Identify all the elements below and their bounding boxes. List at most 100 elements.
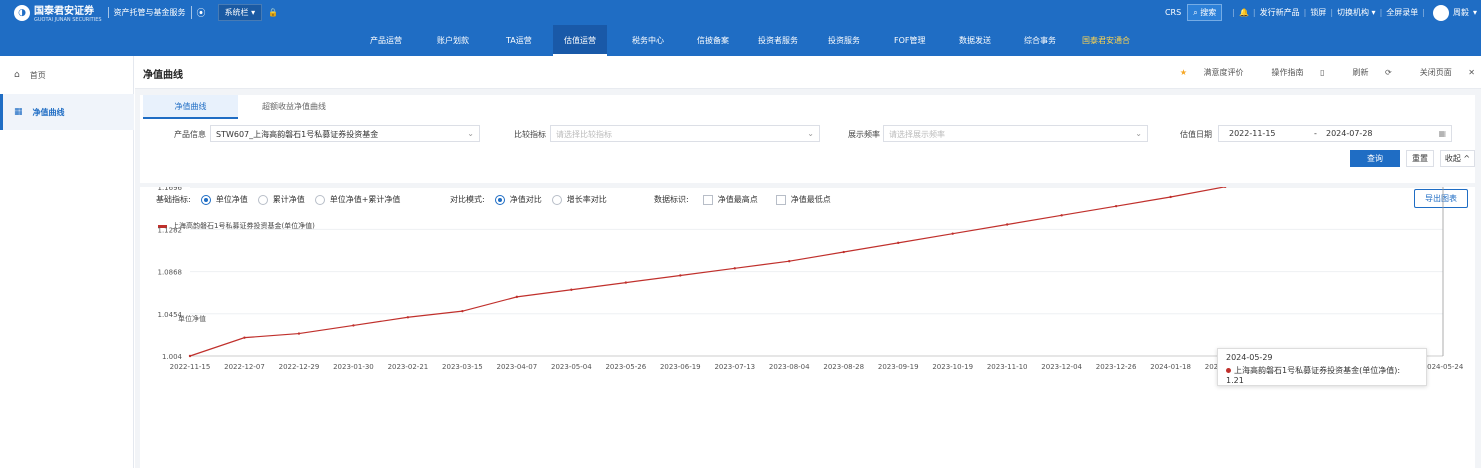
nav-item[interactable]: 信披备案 xyxy=(697,25,729,56)
series-point xyxy=(570,288,573,291)
calendar-icon: ▦ xyxy=(1438,129,1446,138)
fullscreen-link[interactable]: 全屏录单 xyxy=(1386,7,1418,18)
series-point xyxy=(1223,187,1227,188)
series-point xyxy=(188,354,192,358)
series-point xyxy=(1169,195,1172,199)
series-point xyxy=(297,332,301,335)
x-tick-label: 2024-01-18 xyxy=(1150,363,1191,371)
chevron-up-icon: ^ xyxy=(1463,154,1471,163)
date-end: 2024-07-28 xyxy=(1326,129,1373,138)
nav-item-active[interactable]: 估值运营 xyxy=(553,25,607,56)
series-point xyxy=(624,281,628,284)
series-point xyxy=(461,309,464,313)
switch-org-label: 切换机构 xyxy=(1337,8,1370,17)
nav-item[interactable]: 国泰君安通合 xyxy=(1082,25,1130,56)
manual-button[interactable]: 操作指南 ▯ xyxy=(1258,67,1325,78)
tab-excess-curve[interactable]: 超额收益净值曲线 xyxy=(244,95,344,119)
x-tick-label: 2023-01-30 xyxy=(333,363,374,371)
date-separator: - xyxy=(1314,129,1317,138)
logo: ◑ 国泰君安证券 GUOTAI JUNAN SECURITIES xyxy=(14,2,102,23)
series-point xyxy=(1005,223,1009,226)
filter-panel: 净值曲线 超额收益净值曲线 产品信息 STW607_上海高韵磐石1号私募证券投资… xyxy=(140,95,1475,183)
avatar[interactable] xyxy=(1432,4,1449,21)
nav-item[interactable]: 投资服务 xyxy=(828,25,860,56)
nav-item[interactable]: TA运营 xyxy=(506,25,532,56)
top-bar: ◑ 国泰君安证券 GUOTAI JUNAN SECURITIES 资产托管与基金服… xyxy=(0,0,1481,25)
system-menu-label: 系统栏 xyxy=(224,8,249,17)
logo-name: 国泰君安证券 xyxy=(34,6,94,17)
system-menu-button[interactable]: 系统栏 ▾ xyxy=(217,4,263,21)
product-label: 产品信息 xyxy=(174,130,206,139)
product-value: STW607_上海高韵磐石1号私募证券投资基金 xyxy=(216,130,379,139)
chevron-down-icon: ⌄ xyxy=(1135,129,1142,138)
product-select[interactable]: STW607_上海高韵磐石1号私募证券投资基金 ⌄ xyxy=(210,125,480,142)
freq-select[interactable]: 请选择展示频率 ⌄ xyxy=(883,125,1148,142)
search-label: 搜索 xyxy=(1200,8,1217,17)
chart-icon: ▦ xyxy=(14,107,23,117)
x-tick-label: 2023-05-04 xyxy=(551,363,592,371)
user-name[interactable]: 周毅 xyxy=(1453,7,1469,18)
collapse-button[interactable]: 收起 ^ xyxy=(1440,150,1475,167)
x-tick-label: 2022-11-15 xyxy=(170,363,211,371)
new-product-link[interactable]: 发行新产品 xyxy=(1260,7,1300,18)
date-range-picker[interactable]: 2022-11-15 - 2024-07-28 ▦ xyxy=(1218,125,1452,142)
sidebar-item-home[interactable]: ⌂ 首页 xyxy=(0,57,134,93)
x-tick-label: 2023-03-15 xyxy=(442,363,483,371)
switch-org-link[interactable]: 切换机构 ▾ xyxy=(1337,7,1376,18)
refresh-button[interactable]: 刷新 ⟳ xyxy=(1339,67,1392,78)
nav-item[interactable]: FOF管理 xyxy=(894,25,926,56)
section-name: 资产托管与基金服务 xyxy=(107,7,186,18)
nav-item[interactable]: 综合事务 xyxy=(1024,25,1056,56)
close-icon: ✕ xyxy=(1468,68,1475,77)
sidebar-item-nav-curve[interactable]: ▦ 净值曲线 xyxy=(0,94,134,130)
y-tick-label: 1.0454 xyxy=(158,311,183,319)
freq-placeholder: 请选择展示频率 xyxy=(889,130,945,139)
tooltip-value: 1.21 xyxy=(1226,376,1244,385)
x-tick-label: 2023-05-26 xyxy=(605,363,646,371)
compare-select[interactable]: 请选择比较指标 ⌄ xyxy=(550,125,820,142)
nav-item[interactable]: 数据发送 xyxy=(959,25,991,56)
series-point xyxy=(788,260,791,263)
series-point xyxy=(1060,214,1063,217)
x-tick-label: 2023-02-21 xyxy=(388,363,429,371)
nav-item[interactable]: 税务中心 xyxy=(632,25,664,56)
y-tick-label: 1.004 xyxy=(162,353,183,361)
series-point xyxy=(352,324,355,327)
page-actions: ★ 满意度评价 操作指南 ▯ 刷新 ⟳ 关闭页面 ✕ xyxy=(1152,67,1475,78)
refresh-label: 刷新 xyxy=(1352,68,1369,77)
query-button[interactable]: 查询 xyxy=(1350,150,1400,167)
section-logo-icon: ⦿ xyxy=(190,6,206,19)
lock-screen-link[interactable]: 锁屏 xyxy=(1310,7,1326,18)
refresh-icon: ⟳ xyxy=(1385,68,1392,77)
crs-link[interactable]: CRS xyxy=(1165,8,1181,17)
freq-label: 展示频率 xyxy=(848,130,880,139)
logo-icon: ◑ xyxy=(14,4,30,21)
sidebar: ⌂ 首页 ▦ 净值曲线 xyxy=(0,56,134,468)
compare-placeholder: 请选择比较指标 xyxy=(556,130,612,139)
reset-button[interactable]: 重置 xyxy=(1406,150,1434,167)
logo-sub: GUOTAI JUNAN SECURITIES xyxy=(34,17,102,23)
x-tick-label: 2023-11-10 xyxy=(987,363,1028,371)
x-tick-label: 2022-12-29 xyxy=(279,363,320,371)
x-tick-label: 2023-07-13 xyxy=(714,363,755,371)
series-point xyxy=(842,250,845,254)
close-label: 关闭页面 xyxy=(1419,68,1452,77)
lock-icon[interactable]: 🔒 xyxy=(268,8,278,17)
x-tick-label: 2024-05-24 xyxy=(1423,363,1464,371)
bell-icon[interactable]: 🔔 xyxy=(1239,8,1249,17)
nav-item[interactable]: 产品运营 xyxy=(370,25,402,56)
chevron-down-icon[interactable]: ▾ xyxy=(1473,8,1477,17)
close-page-button[interactable]: 关闭页面 ✕ xyxy=(1406,67,1475,78)
x-tick-label: 2023-04-07 xyxy=(497,363,538,371)
main-nav: 产品运营 账户划款 TA运营 估值运营 税务中心 信披备案 投资者服务 投资服务… xyxy=(0,25,1481,56)
nav-item[interactable]: 账户划款 xyxy=(437,25,469,56)
sidebar-item-label: 净值曲线 xyxy=(32,107,65,117)
series-point xyxy=(243,336,246,339)
tab-nav-curve[interactable]: 净值曲线 xyxy=(143,95,238,119)
nav-line-chart[interactable]: 单位净值1.0041.04541.08681.12821.16961.21120… xyxy=(140,187,1475,468)
nav-item[interactable]: 投资者服务 xyxy=(758,25,798,56)
rate-button[interactable]: ★ 满意度评价 xyxy=(1166,67,1244,78)
series-point xyxy=(733,267,736,270)
page-header: 净值曲线 ★ 满意度评价 操作指南 ▯ 刷新 ⟳ 关闭页面 ✕ xyxy=(135,56,1481,89)
search-button[interactable]: ⌕ 搜索 xyxy=(1187,4,1223,21)
